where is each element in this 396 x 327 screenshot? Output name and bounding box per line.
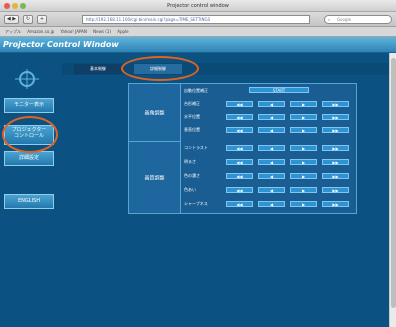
row-label: 色あい (184, 187, 196, 192)
group-label: 画質調整 (144, 175, 165, 181)
reload-button[interactable]: ↻ (23, 15, 33, 24)
projector-logo-icon (15, 69, 39, 89)
adjust-button[interactable]: ◀◀ (226, 201, 253, 207)
group-angle-adjust: 画角調整 (129, 84, 181, 142)
bookmark-item[interactable]: Amazon.co.jp (27, 29, 54, 34)
vertical-scrollbar[interactable] (389, 53, 396, 327)
adjust-button[interactable]: ◀◀ (226, 101, 253, 107)
row-label: コントラスト (184, 145, 208, 150)
adjust-button[interactable]: ◀◀ (226, 159, 253, 165)
window-titlebar: Projector control window (0, 0, 396, 12)
back-button[interactable]: ◀ ▶ (4, 15, 19, 24)
group-image-adjust: 画質調整 (129, 142, 181, 214)
window-title: Projector control window (167, 3, 229, 9)
scrollbar-thumb[interactable] (391, 58, 396, 308)
browser-toolbar: ◀ ▶ ↻ + http://192.168.11.100/cgi-bin/ma… (0, 12, 396, 27)
sidebar-item-label: ENGLISH (18, 198, 40, 204)
close-window-icon[interactable] (4, 3, 10, 9)
adjust-button[interactable]: ▶▶ (322, 101, 349, 107)
adjust-button[interactable]: ◀ (258, 101, 285, 107)
adjust-button[interactable]: ▶ (290, 159, 317, 165)
adjust-button[interactable]: ▶ (290, 145, 317, 151)
search-placeholder: Google (337, 17, 352, 22)
tab-bar: 基本制御 詳細制御 (62, 63, 390, 75)
adjust-button[interactable]: ◀◀ (226, 187, 253, 193)
row-label: 垂直位置 (184, 127, 200, 132)
address-bar[interactable]: http://192.168.11.100/cgi-bin/main.cgi?p… (82, 15, 310, 24)
adjust-button[interactable]: ◀ (258, 159, 285, 165)
adjust-button[interactable]: ◀ (258, 145, 285, 151)
app-header: Projector Control Window (0, 37, 396, 53)
adjust-button[interactable]: ◀◀ (226, 114, 253, 120)
adjust-button[interactable]: ▶▶ (322, 201, 349, 207)
adjust-button[interactable]: ▶ (290, 114, 317, 120)
group-label: 画角調整 (144, 110, 165, 116)
row-label: 色の濃さ (184, 173, 200, 178)
app-title: Projector Control Window (3, 40, 119, 49)
adjust-button[interactable]: ◀ (258, 127, 285, 133)
adjust-button[interactable]: ▶ (290, 173, 317, 179)
adjust-button[interactable]: ▶ (290, 201, 317, 207)
sidebar-item-english[interactable]: ENGLISH (4, 194, 54, 209)
adjust-button[interactable]: ▶▶ (322, 173, 349, 179)
bookmark-item[interactable]: News (1) (93, 29, 111, 34)
bookmark-item[interactable]: Yahoo! JAPAN (61, 29, 87, 34)
adjust-button[interactable]: ◀◀ (226, 145, 253, 151)
sidebar-item-label: 詳細設定 (18, 155, 39, 161)
row-label: 自動位置補正 (184, 88, 208, 93)
adjust-button[interactable]: ◀ (258, 114, 285, 120)
row-label: 台形補正 (184, 101, 200, 106)
sidebar-item-label: モニター表示 (13, 102, 44, 108)
row-label: 水平位置 (184, 114, 200, 119)
adjust-button[interactable]: ▶▶ (322, 159, 349, 165)
search-field[interactable]: ⌕ Google (324, 15, 392, 24)
oval-tab-highlight (121, 56, 199, 81)
oval-sidebar-highlight (2, 116, 58, 153)
adjust-button[interactable]: ◀◀ (226, 173, 253, 179)
bookmark-item[interactable]: Apple (117, 29, 128, 34)
tab-basic-control[interactable]: 基本制御 (74, 64, 122, 74)
adjust-button[interactable]: ▶ (290, 101, 317, 107)
row-label: シャープネス (184, 201, 208, 206)
search-icon: ⌕ (328, 17, 331, 22)
adjust-button[interactable]: ◀ (258, 201, 285, 207)
sidebar-item-settings[interactable]: 詳細設定 (4, 151, 54, 166)
adjust-button[interactable]: ◀ (258, 187, 285, 193)
adjust-button[interactable]: ▶▶ (322, 145, 349, 151)
adjust-button[interactable]: ▶▶ (322, 114, 349, 120)
bookmark-item[interactable]: アップル (5, 29, 21, 34)
adjust-button[interactable]: ◀◀ (226, 127, 253, 133)
adjust-button[interactable]: ▶ (290, 187, 317, 193)
control-table: 画角調整 画質調整 自動位置補正 START 台形補正 水平位置 垂直位置 コン… (128, 83, 357, 214)
start-button[interactable]: START (249, 87, 309, 93)
adjust-button[interactable]: ▶▶ (322, 187, 349, 193)
adjust-button[interactable]: ▶ (290, 127, 317, 133)
sidebar-item-monitor[interactable]: モニター表示 (4, 98, 54, 113)
add-bookmark-button[interactable]: + (37, 15, 47, 24)
bookmarks-bar: アップル Amazon.co.jp Yahoo! JAPAN News (1) … (0, 27, 396, 37)
adjust-button[interactable]: ◀ (258, 173, 285, 179)
zoom-window-icon[interactable] (20, 3, 26, 9)
minimize-window-icon[interactable] (12, 3, 18, 9)
sidebar: モニター表示 プロジェクター コントロール 詳細設定 ENGLISH (0, 53, 58, 327)
row-label: 明るさ (184, 159, 196, 164)
adjust-button[interactable]: ▶▶ (322, 127, 349, 133)
